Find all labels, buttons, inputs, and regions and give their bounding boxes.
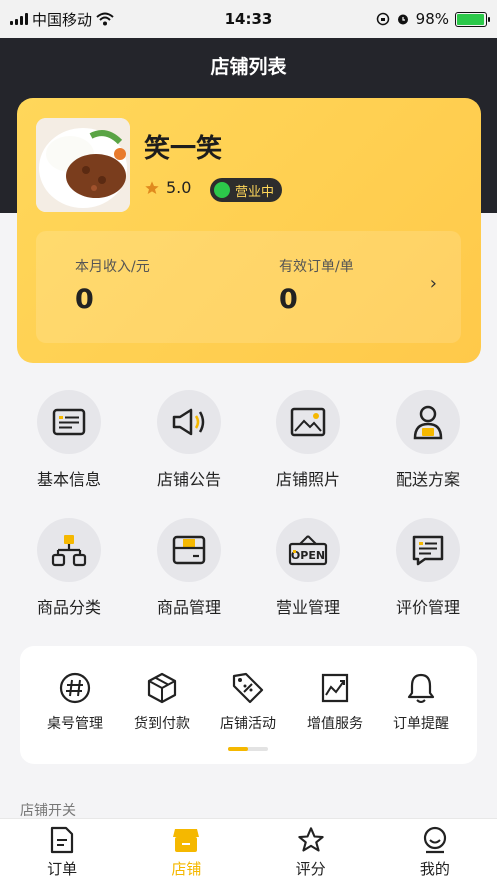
profile-icon xyxy=(373,826,497,854)
svg-text:OPEN: OPEN xyxy=(291,549,325,562)
tool-cod[interactable]: 货到付款 xyxy=(117,671,207,733)
tab-orders[interactable]: 订单 xyxy=(0,819,124,883)
shop-icon xyxy=(124,826,248,854)
store-card[interactable]: 笑一笑 5.0 营业中 本月收入/元 0 有效订单/单 0 › xyxy=(17,98,481,363)
menu-label: 营业管理 xyxy=(275,598,340,617)
courier-icon xyxy=(396,390,460,454)
menu-item-category[interactable]: 商品分类 xyxy=(9,518,129,618)
tab-label: 订单 xyxy=(47,860,78,878)
tools-card: 桌号管理 货到付款 店铺活动 增值服务 订单提醒 xyxy=(20,646,477,764)
stat-label: 有效订单/单 xyxy=(279,259,354,275)
photo-icon xyxy=(276,390,340,454)
discount-tag-icon xyxy=(203,671,293,705)
tool-order-reminder[interactable]: 订单提醒 xyxy=(376,671,466,733)
star-icon xyxy=(249,826,373,854)
menu-item-business[interactable]: OPEN 营业管理 xyxy=(248,518,368,618)
status-dot-icon xyxy=(214,182,230,198)
menu-label: 评价管理 xyxy=(395,598,460,617)
carrier-name: 中国移动 xyxy=(32,10,93,29)
battery-percent: 98% xyxy=(415,10,449,28)
menu-label: 配送方案 xyxy=(395,470,460,489)
stat-label: 本月收入/元 xyxy=(75,259,150,275)
tool-table-number[interactable]: 桌号管理 xyxy=(30,671,120,733)
food-image xyxy=(36,118,130,212)
menu-label: 店铺照片 xyxy=(275,470,340,489)
rating-value: 5.0 xyxy=(166,178,192,197)
signal-icon xyxy=(10,13,28,25)
wifi-icon xyxy=(96,12,114,26)
status-badge: 营业中 xyxy=(210,178,283,202)
battery-fill xyxy=(457,13,485,25)
tool-label: 订单提醒 xyxy=(393,716,449,732)
hash-icon xyxy=(30,671,120,705)
status-bar: 中国移动 14:33 98% xyxy=(0,0,497,38)
store-name: 笑一笑 xyxy=(144,134,223,164)
menu-item-reviews[interactable]: 评价管理 xyxy=(368,518,488,618)
star-icon xyxy=(145,180,159,194)
stat-monthly-income: 本月收入/元 0 xyxy=(75,256,150,315)
package-icon xyxy=(117,671,207,705)
status-right: 98% xyxy=(317,10,490,28)
status-left: 中国移动 xyxy=(10,9,180,30)
menu-item-products[interactable]: 商品管理 xyxy=(129,518,249,618)
bell-icon xyxy=(376,671,466,705)
store-thumbnail xyxy=(36,118,130,212)
menu-label: 商品分类 xyxy=(36,598,101,617)
tool-value-added[interactable]: 增值服务 xyxy=(290,671,380,733)
status-text: 营业中 xyxy=(235,184,275,200)
stat-value: 0 xyxy=(279,284,298,315)
chevron-right-icon[interactable]: › xyxy=(430,273,437,294)
status-time: 14:33 xyxy=(224,10,273,28)
tab-label: 店铺 xyxy=(171,860,202,878)
hierarchy-icon xyxy=(37,518,101,582)
tool-label: 增值服务 xyxy=(307,716,363,732)
tab-shop[interactable]: 店铺 xyxy=(124,819,248,883)
menu-item-announcement[interactable]: 店铺公告 xyxy=(129,390,249,490)
page-title: 店铺列表 xyxy=(210,56,287,78)
menu-label: 商品管理 xyxy=(156,598,221,617)
store-rating: 5.0 xyxy=(144,178,191,197)
open-sign-icon: OPEN xyxy=(276,518,340,582)
stat-valid-orders: 有效订单/单 0 xyxy=(279,256,354,315)
megaphone-icon xyxy=(157,390,221,454)
menu-item-delivery[interactable]: 配送方案 xyxy=(368,390,488,490)
stats-box[interactable]: 本月收入/元 0 有效订单/单 0 › xyxy=(36,231,461,343)
section-title-store-switch: 店铺开关 xyxy=(20,803,76,819)
product-box-icon xyxy=(157,518,221,582)
page-indicator xyxy=(228,747,268,751)
tool-label: 店铺活动 xyxy=(220,716,276,732)
review-icon xyxy=(396,518,460,582)
chart-icon xyxy=(290,671,380,705)
tool-activity[interactable]: 店铺活动 xyxy=(203,671,293,733)
battery-icon xyxy=(455,11,490,27)
menu-item-photos[interactable]: 店铺照片 xyxy=(248,390,368,490)
menu-item-basic-info[interactable]: 基本信息 xyxy=(9,390,129,490)
info-card-icon xyxy=(37,390,101,454)
tab-rating[interactable]: 评分 xyxy=(249,819,373,883)
tab-bar: 订单 店铺 评分 我的 xyxy=(0,818,497,883)
tool-label: 桌号管理 xyxy=(47,716,103,732)
menu-label: 店铺公告 xyxy=(156,470,221,489)
tool-label: 货到付款 xyxy=(134,716,190,732)
tab-label: 评分 xyxy=(295,860,326,878)
stat-value: 0 xyxy=(75,284,94,315)
tab-mine[interactable]: 我的 xyxy=(373,819,497,883)
page-indicator-active xyxy=(228,747,248,751)
tab-label: 我的 xyxy=(419,860,450,878)
menu-label: 基本信息 xyxy=(36,470,101,489)
order-icon xyxy=(0,826,124,854)
alarm-icon xyxy=(397,14,408,25)
rotation-lock-icon xyxy=(376,12,389,26)
